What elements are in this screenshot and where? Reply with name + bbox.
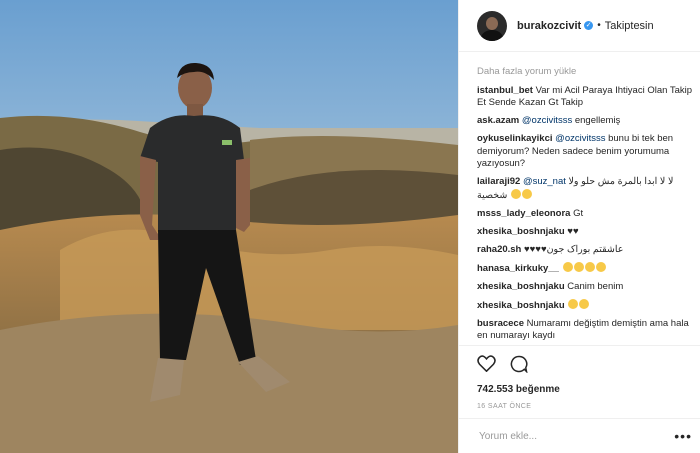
post-image: [0, 0, 458, 453]
emoji-icon: [521, 188, 532, 199]
comment-item: xhesika_boshnjaku ♥♥: [477, 226, 694, 239]
emoji-icon: [579, 298, 590, 309]
add-comment-input[interactable]: [477, 429, 675, 443]
comment-username[interactable]: ask.azam: [477, 115, 519, 126]
load-more-comments-link[interactable]: Daha fazla yorum yükle: [477, 66, 694, 79]
comment-list: Daha fazla yorum yükle istanbul_bet Var …: [477, 60, 694, 342]
comment-item: lailaraji92 @suz_nat لا لا ابدا بالمرة م…: [477, 176, 694, 202]
comment-username[interactable]: raha20.sh: [477, 244, 521, 255]
comment-username[interactable]: xhesika_boshnjaku: [477, 281, 565, 292]
comment-username[interactable]: xhesika_boshnjaku: [477, 300, 565, 311]
comment-item: msss_lady_eleonora Gt: [477, 208, 694, 221]
comment-mention[interactable]: @suz_nat: [523, 176, 566, 187]
comment-username[interactable]: lailaraji92: [477, 176, 520, 187]
comment-username[interactable]: oykuselinkayikci: [477, 133, 553, 144]
comment-username[interactable]: msss_lady_eleonora: [477, 208, 570, 219]
separator-dot: •: [597, 20, 601, 31]
post-header: burakozcivit ✓ • Takiptesin: [459, 0, 700, 52]
comment-username[interactable]: busracece: [477, 318, 524, 329]
emoji-icon: [510, 188, 521, 199]
comment-text: عاشقتم بوراک جون♥♥♥♥: [524, 243, 624, 255]
add-comment-bar: •••: [459, 418, 700, 453]
comment-mention[interactable]: @ozcivitsss: [522, 115, 572, 126]
comment-item: istanbul_bet Var mi Acil Paraya Ihtiyaci…: [477, 85, 694, 110]
comment-username[interactable]: istanbul_bet: [477, 85, 533, 96]
follow-status-button[interactable]: Takiptesin: [605, 20, 654, 32]
comment-mention[interactable]: @ozcivitsss: [555, 133, 605, 144]
emoji-icon: [595, 261, 606, 272]
likes-count[interactable]: 742.553 beğenme: [477, 384, 700, 395]
comment-item: ask.azam @ozcivitsss engellemiş: [477, 115, 694, 128]
comment-text: engellemiş: [572, 115, 621, 126]
comment-item: busracece Numaramı değiştim demiştin ama…: [477, 318, 694, 343]
comment-item: oykuselinkayikci @ozcivitsss bunu bi tek…: [477, 133, 694, 171]
avatar[interactable]: [477, 10, 507, 41]
emoji-icon: [573, 261, 584, 272]
verified-badge-icon: ✓: [584, 21, 594, 30]
heart-icon[interactable]: [477, 355, 496, 377]
post-timestamp: 16 SAAT ÖNCE: [477, 403, 532, 410]
comment-text: Canim benim: [567, 280, 624, 292]
comment-item: xhesika_boshnjaku Canim benim: [477, 281, 694, 294]
comment-item: raha20.sh عاشقتم بوراک جون♥♥♥♥: [477, 244, 694, 257]
more-options-icon[interactable]: •••: [674, 428, 692, 444]
emoji-icon: [568, 298, 579, 309]
username[interactable]: burakozcivit: [517, 20, 581, 32]
comment-item: xhesika_boshnjaku: [477, 298, 694, 313]
post-actions: 742.553 beğenme 16 SAAT ÖNCE: [459, 345, 700, 410]
comment-text: ♥♥: [567, 225, 579, 237]
comments-panel: burakozcivit ✓ • Takiptesin Daha fazla y…: [458, 0, 700, 453]
emoji-icon: [584, 261, 595, 272]
comment-bubble-icon[interactable]: [510, 355, 528, 378]
comment-username[interactable]: xhesika_boshnjaku: [477, 226, 565, 237]
comment-item: hanasa_kirkuky__: [477, 261, 694, 276]
comment-text: Gt: [573, 207, 584, 219]
comment-username[interactable]: hanasa_kirkuky__: [477, 263, 559, 274]
emoji-icon: [562, 261, 573, 272]
